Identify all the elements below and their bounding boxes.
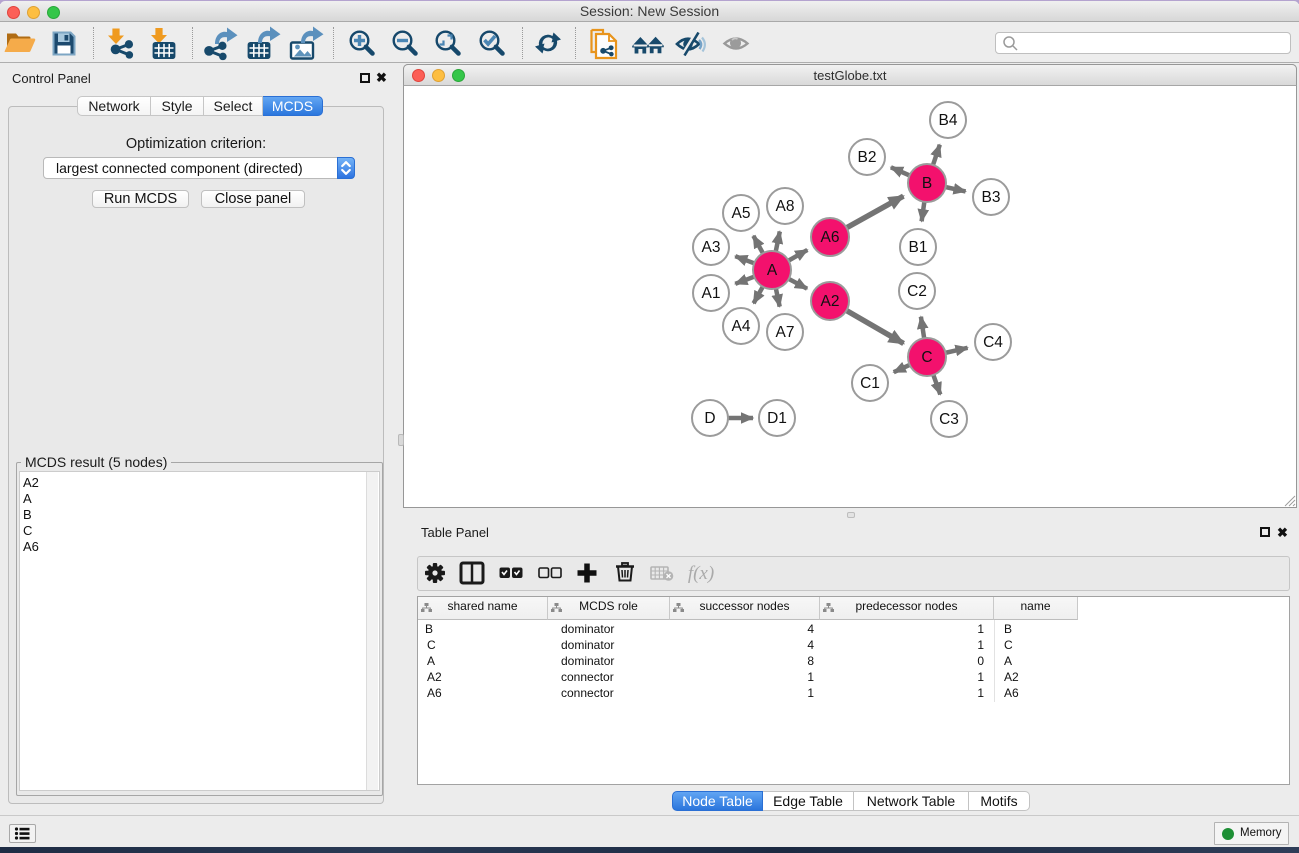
- svg-text:C: C: [921, 349, 932, 366]
- svg-text:B3: B3: [982, 189, 1001, 206]
- svg-text:A6: A6: [821, 229, 840, 246]
- svg-text:f(x): f(x): [688, 563, 714, 584]
- svg-text:C2: C2: [907, 283, 927, 300]
- svg-text:A4: A4: [732, 318, 751, 335]
- svg-text:A2: A2: [821, 293, 840, 310]
- svg-text:A: A: [767, 262, 778, 279]
- svg-text:B: B: [922, 175, 932, 192]
- svg-text:A8: A8: [776, 198, 795, 215]
- svg-text:A3: A3: [702, 239, 721, 256]
- svg-text:D: D: [704, 410, 715, 427]
- svg-text:C1: C1: [860, 375, 880, 392]
- svg-text:C3: C3: [939, 411, 959, 428]
- svg-text:A7: A7: [776, 324, 795, 341]
- svg-text:A5: A5: [732, 205, 751, 222]
- svg-text:B2: B2: [858, 149, 877, 166]
- svg-text:A1: A1: [702, 285, 721, 302]
- svg-text:C4: C4: [983, 334, 1003, 351]
- svg-text:B1: B1: [909, 239, 928, 256]
- svg-text:D1: D1: [767, 410, 787, 427]
- svg-text:B4: B4: [939, 112, 958, 129]
